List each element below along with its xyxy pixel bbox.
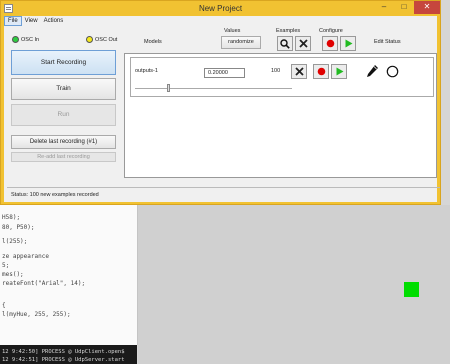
close-icon: [298, 39, 308, 48]
randomize-button[interactable]: randomize: [221, 36, 261, 49]
status-circle-icon: [386, 65, 399, 78]
model-delete-examples-button[interactable]: [291, 64, 307, 79]
examples-delete-button[interactable]: [295, 36, 311, 51]
play-icon: [336, 67, 343, 76]
console-output: 12 9:42:50] PROCESS @ UdpClient.open$ 12…: [0, 345, 137, 364]
code-line: mes();: [2, 271, 24, 278]
code-line: 80, P50);: [2, 224, 35, 231]
code-line: {: [2, 302, 6, 309]
start-recording-button[interactable]: Start Recording: [11, 50, 116, 75]
osc-in-label: OSC In: [21, 37, 40, 43]
console-line: 12 9:42:51] PROCESS @ UdpServer.start: [2, 357, 125, 363]
pencil-icon: [367, 65, 378, 77]
model-record-button[interactable]: [313, 64, 329, 79]
title-bar[interactable]: New Project – □ ✕: [1, 1, 440, 16]
code-line: l(255);: [2, 238, 28, 245]
run-all-button[interactable]: [340, 36, 356, 51]
model-status-indicator: [386, 65, 399, 78]
model-row: outputs-1 0.20000 100: [130, 57, 434, 97]
models-list: outputs-1 0.20000 100: [124, 53, 437, 178]
sketch-green-square: [404, 282, 419, 297]
run-button[interactable]: Run: [11, 104, 116, 126]
status-bar: Status: 100 new examples recorded: [7, 187, 440, 202]
code-line: reateFont("Arial", 14);: [2, 280, 86, 287]
close-button[interactable]: ✕: [414, 1, 440, 14]
model-slider-thumb[interactable]: [167, 84, 170, 92]
osc-out-label: OSC Out: [95, 37, 118, 43]
record-icon: [326, 39, 334, 48]
play-icon: [345, 39, 352, 48]
configure-header: Configure: [319, 28, 343, 34]
code-line: l(myHue, 255, 255);: [2, 311, 71, 318]
model-edit-button[interactable]: [365, 64, 379, 79]
model-run-button[interactable]: [331, 64, 347, 79]
search-icon: [280, 38, 290, 49]
train-button[interactable]: Train: [11, 78, 116, 100]
menu-bar: File View Actions: [4, 16, 437, 26]
left-panel: OSC In OSC Out Start Recording Train Run…: [7, 31, 120, 181]
model-slider-track: [135, 88, 292, 89]
edit-status-header: Edit Status: [374, 39, 401, 45]
menu-actions[interactable]: Actions: [41, 16, 67, 26]
app-icon: [4, 4, 13, 13]
record-icon: [317, 67, 325, 76]
delete-last-recording-button[interactable]: Delete last recording (#1): [11, 135, 116, 149]
code-editor[interactable]: H58); 80, P50); l(255); ze appearance 5;…: [0, 205, 138, 345]
project-window: New Project – □ ✕ File View Actions OSC …: [0, 0, 441, 205]
close-icon: [294, 67, 304, 76]
models-header: Models: [144, 39, 162, 45]
console-line: 12 9:42:50] PROCESS @ UdpClient.open$: [2, 349, 125, 355]
readd-last-recording-button[interactable]: Re-add last recording: [11, 152, 116, 162]
menu-view[interactable]: View: [22, 16, 41, 26]
window-title: New Project: [198, 4, 243, 13]
values-header: Values: [224, 28, 241, 34]
model-example-count: 100: [271, 68, 281, 74]
examples-search-button[interactable]: [277, 36, 293, 51]
maximize-button[interactable]: □: [394, 1, 414, 14]
model-name: outputs-1: [135, 68, 158, 74]
menu-file[interactable]: File: [4, 16, 22, 26]
code-line: 5;: [2, 262, 10, 269]
record-all-button[interactable]: [322, 36, 338, 51]
code-line: ze appearance: [2, 253, 49, 260]
model-value-field[interactable]: 0.20000: [204, 68, 245, 78]
osc-in-indicator: [12, 36, 19, 43]
osc-out-indicator: [86, 36, 93, 43]
code-line: H58);: [2, 214, 21, 221]
examples-header: Examples: [276, 28, 301, 34]
minimize-button[interactable]: –: [374, 1, 394, 14]
right-panel: Models Values randomize Examples Configu…: [121, 26, 437, 181]
window-content: OSC In OSC Out Start Recording Train Run…: [4, 26, 440, 202]
